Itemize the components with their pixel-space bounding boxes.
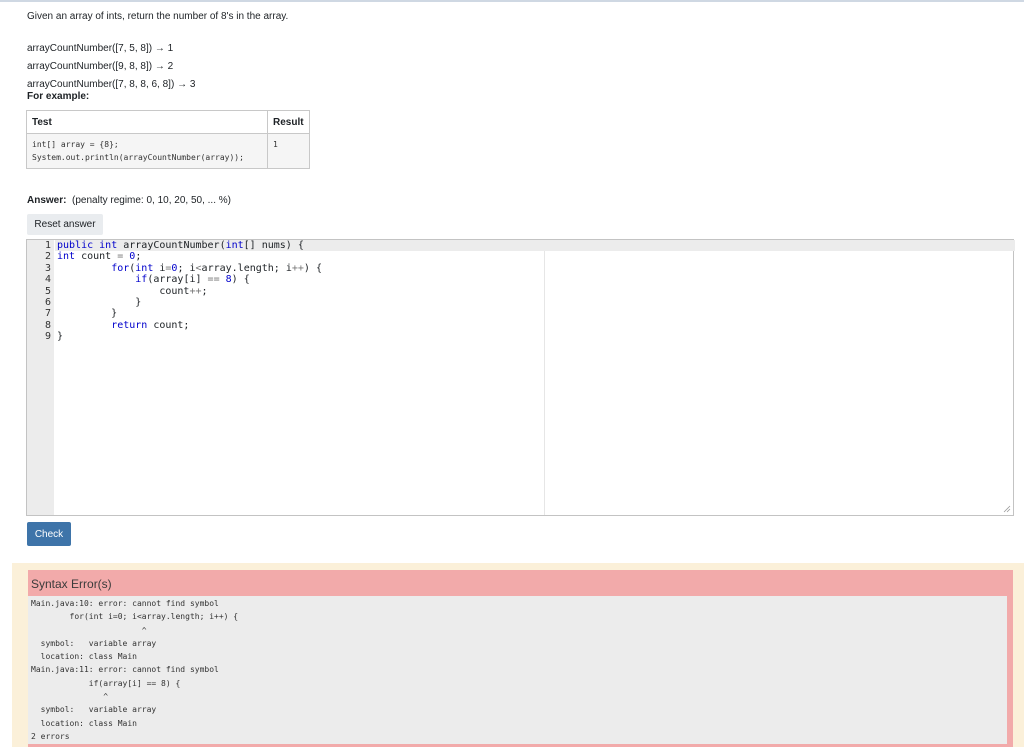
line-number: 4 xyxy=(44,274,51,286)
test-column-header: Test xyxy=(26,110,268,134)
line-number: 9 xyxy=(44,331,51,343)
code-area[interactable]: public int arrayCountNumber(int[] nums) … xyxy=(55,240,1015,343)
example-1: arrayCountNumber([7, 5, 8]) → 1 xyxy=(27,43,174,54)
line-number: 8 xyxy=(44,319,51,331)
reset-answer-button[interactable]: Reset answer xyxy=(27,214,103,235)
example-2: arrayCountNumber([9, 8, 8]) → 2 xyxy=(27,61,174,72)
test-line: int[] array = {8}; xyxy=(32,140,119,149)
table-row: int[] array = {8}; System.out.println(ar… xyxy=(26,133,310,169)
code-line: if(array[i] == 8) { xyxy=(135,274,250,286)
code-line: return count; xyxy=(111,319,190,331)
code-line: for(int i=0; i<array.length; i++) { xyxy=(111,262,322,274)
code-line: } xyxy=(57,308,118,320)
line-number: 1 xyxy=(44,240,51,251)
top-border xyxy=(0,0,1024,2)
line-number: 5 xyxy=(44,285,51,297)
result-column-header: Result xyxy=(267,110,310,134)
result-cell: 1 xyxy=(267,133,310,169)
code-line: } xyxy=(57,296,142,308)
answer-label: Answer: xyxy=(27,195,67,206)
tests-table: Test Result int[] array = {8}; System.ou… xyxy=(26,110,310,169)
question-prompt: Given an array of ints, return the numbe… xyxy=(27,11,289,22)
penalty-regime: (penalty regime: 0, 10, 20, 50, ... %) xyxy=(72,195,231,206)
answer-header: Answer: (penalty regime: 0, 10, 20, 50, … xyxy=(27,195,231,206)
for-example-heading: For example: xyxy=(27,91,90,102)
code-line: int count = 0; xyxy=(57,251,142,263)
compiler-output: Main.java:10: error: cannot find symbol … xyxy=(28,596,1007,744)
code-line: } xyxy=(57,331,64,343)
check-button[interactable]: Check xyxy=(27,522,71,546)
line-number: 7 xyxy=(44,308,51,320)
examples-list: arrayCountNumber([7, 5, 8]) → 1 arrayCou… xyxy=(27,40,195,94)
test-cell: int[] array = {8}; System.out.println(ar… xyxy=(26,133,268,169)
resize-handle-icon[interactable] xyxy=(1003,505,1011,513)
test-line: System.out.println(arrayCountNumber(arra… xyxy=(32,153,244,162)
line-number: 2 xyxy=(44,251,51,263)
code-line: public int arrayCountNumber(int[] nums) … xyxy=(55,240,1015,252)
code-editor[interactable]: 1 2 3 4 5 6 7 8 9 public int arrayCountN… xyxy=(26,239,1015,516)
code-line: count++; xyxy=(57,285,208,297)
line-number-gutter: 1 2 3 4 5 6 7 8 9 xyxy=(27,240,54,515)
syntax-error-title: Syntax Error(s) xyxy=(31,577,112,591)
line-number: 3 xyxy=(44,262,51,274)
line-number: 6 xyxy=(44,296,51,308)
